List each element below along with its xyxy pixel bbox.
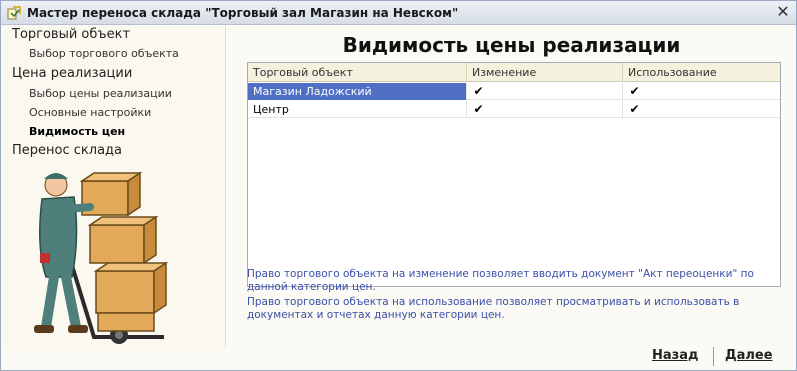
cell-use[interactable]: ✔ <box>623 83 780 100</box>
step-sale-price[interactable]: Цена реализации <box>12 66 132 81</box>
wizard-steps-sidebar: Торговый объект Выбор торгового объекта … <box>2 25 226 347</box>
step-basic-settings[interactable]: Основные настройки <box>29 106 151 119</box>
price-visibility-table[interactable]: Торговый объект Изменение Использование … <box>247 62 781 287</box>
change-checkbox[interactable]: ✔ <box>472 103 485 116</box>
column-header-trade-object[interactable]: Торговый объект <box>248 63 467 82</box>
main-panel: Видимость цены реализации Торговый объек… <box>227 25 796 347</box>
column-header-change[interactable]: Изменение <box>467 63 623 82</box>
change-checkbox[interactable]: ✔ <box>472 85 485 98</box>
wizard-footer: Назад Далее <box>2 347 797 371</box>
window-title: Мастер переноса склада "Торговый зал Маг… <box>27 6 459 20</box>
table-row[interactable]: Магазин Ладожский ✔ ✔ <box>248 83 780 100</box>
close-icon[interactable]: ✕ <box>775 4 791 20</box>
step-warehouse-transfer[interactable]: Перенос склада <box>12 143 122 158</box>
cell-use[interactable]: ✔ <box>623 101 780 118</box>
table-header: Торговый объект Изменение Использование <box>248 63 780 82</box>
use-checkbox[interactable]: ✔ <box>628 103 641 116</box>
cell-trade-object[interactable]: Центр <box>248 101 467 118</box>
table-row[interactable]: Центр ✔ ✔ <box>248 101 780 118</box>
mover-with-boxes-illustration <box>34 171 169 344</box>
use-checkbox[interactable]: ✔ <box>628 85 641 98</box>
next-button[interactable]: Далее <box>725 348 773 363</box>
title-bar: Мастер переноса склада "Торговый зал Маг… <box>1 1 796 25</box>
wizard-window: Мастер переноса склада "Торговый зал Маг… <box>0 0 797 371</box>
step-select-sale-price[interactable]: Выбор цены реализации <box>29 87 172 100</box>
cell-trade-object[interactable]: Магазин Ладожский <box>248 83 467 100</box>
step-select-trade-object[interactable]: Выбор торгового объекта <box>29 47 179 60</box>
app-icon <box>7 6 21 20</box>
cell-change[interactable]: ✔ <box>467 101 623 118</box>
button-separator <box>713 347 714 366</box>
back-button[interactable]: Назад <box>652 348 698 363</box>
help-text-use-right: Право торгового объекта на использование… <box>247 296 740 321</box>
column-header-use[interactable]: Использование <box>623 63 780 82</box>
step-price-visibility[interactable]: Видимость цен <box>29 125 125 138</box>
cell-change[interactable]: ✔ <box>467 83 623 100</box>
step-trade-object[interactable]: Торговый объект <box>12 27 130 42</box>
page-title: Видимость цены реализации <box>342 33 681 57</box>
help-text-change-right: Право торгового объекта на изменение поз… <box>247 268 754 293</box>
